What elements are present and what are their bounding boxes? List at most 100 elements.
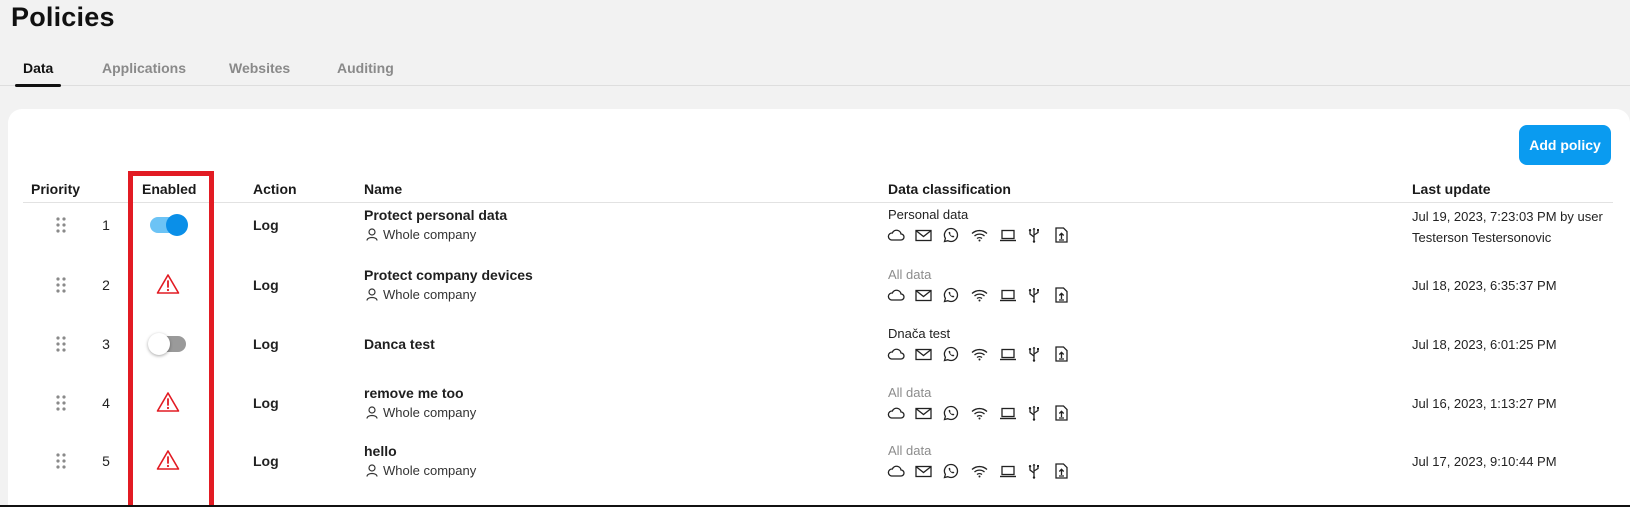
whatsapp-icon xyxy=(943,345,971,363)
tab-data[interactable]: Data xyxy=(14,60,62,87)
action-value: Log xyxy=(253,217,279,233)
cloud-icon xyxy=(887,286,915,304)
policy-name[interactable]: remove me too xyxy=(364,385,464,401)
policy-scope: Whole company xyxy=(366,227,476,242)
user-icon xyxy=(366,228,378,241)
policy-name[interactable]: Protect company devices xyxy=(364,267,533,283)
last-update-value: Jul 19, 2023, 7:23:03 PM by user Testers… xyxy=(1412,206,1603,248)
channel-icons xyxy=(887,226,1083,244)
last-update-value: Jul 18, 2023, 6:35:37 PM xyxy=(1412,275,1557,296)
enabled-toggle[interactable] xyxy=(150,214,188,236)
wifi-icon xyxy=(971,462,999,480)
channel-icons xyxy=(887,345,1083,363)
channel-icons xyxy=(887,286,1083,304)
wifi-icon xyxy=(971,226,999,244)
laptop-icon xyxy=(999,226,1027,244)
priority-value: 1 xyxy=(102,217,110,233)
column-header-last-update[interactable]: Last update xyxy=(1412,181,1491,197)
policy-name[interactable]: Danca test xyxy=(364,336,435,352)
warning-icon[interactable] xyxy=(156,391,180,413)
tab-auditing[interactable]: Auditing xyxy=(337,60,394,76)
priority-value: 2 xyxy=(102,277,110,293)
usb-icon xyxy=(1027,345,1055,363)
file-upload-icon xyxy=(1055,404,1083,422)
classification-label: All data xyxy=(888,443,932,458)
policy-name[interactable]: hello xyxy=(364,443,397,459)
policy-scope: Whole company xyxy=(366,405,476,420)
last-update-value: Jul 18, 2023, 6:01:25 PM xyxy=(1412,334,1557,355)
warning-icon[interactable] xyxy=(156,449,180,471)
wifi-icon xyxy=(971,286,999,304)
policy-scope-label: Whole company xyxy=(383,227,477,242)
column-header-priority[interactable]: Priority xyxy=(31,181,80,197)
header-divider xyxy=(23,202,1613,203)
column-header-data-classification[interactable]: Data classification xyxy=(888,181,1011,197)
column-header-name[interactable]: Name xyxy=(364,181,402,197)
user-icon xyxy=(366,464,378,477)
wifi-icon xyxy=(971,345,999,363)
last-update-line: Jul 17, 2023, 9:10:44 PM xyxy=(1412,454,1557,469)
classification-label: All data xyxy=(888,385,932,400)
policies-card xyxy=(8,109,1630,507)
table-row[interactable]: 5 Log hello Whole company All data Jul 1… xyxy=(0,0,1630,479)
user-icon xyxy=(366,406,378,419)
tab-bar: Data Applications Websites Auditing xyxy=(0,56,1630,87)
whatsapp-icon xyxy=(943,404,971,422)
cloud-icon xyxy=(887,404,915,422)
mail-icon xyxy=(915,345,943,363)
column-header-enabled[interactable]: Enabled xyxy=(142,181,196,197)
laptop-icon xyxy=(999,404,1027,422)
wifi-icon xyxy=(971,404,999,422)
last-update-line: Jul 16, 2023, 1:13:27 PM xyxy=(1412,396,1557,411)
add-policy-button[interactable]: Add policy xyxy=(1519,125,1611,165)
laptop-icon xyxy=(999,462,1027,480)
last-update-value: Jul 17, 2023, 9:10:44 PM xyxy=(1412,451,1557,472)
file-upload-icon xyxy=(1055,286,1083,304)
drag-handle-icon[interactable] xyxy=(55,335,67,353)
whatsapp-icon xyxy=(943,462,971,480)
action-value: Log xyxy=(253,336,279,352)
mail-icon xyxy=(915,404,943,422)
policy-scope-label: Whole company xyxy=(383,287,477,302)
drag-handle-icon[interactable] xyxy=(55,394,67,412)
column-header-action[interactable]: Action xyxy=(253,181,297,197)
warning-icon[interactable] xyxy=(156,273,180,295)
last-update-line: Jul 18, 2023, 6:01:25 PM xyxy=(1412,337,1557,352)
policy-scope-label: Whole company xyxy=(383,463,477,478)
tab-websites[interactable]: Websites xyxy=(229,60,290,76)
cloud-icon xyxy=(887,226,915,244)
last-update-line: Jul 19, 2023, 7:23:03 PM by user xyxy=(1412,209,1603,224)
enabled-toggle[interactable] xyxy=(148,333,186,355)
usb-icon xyxy=(1027,404,1055,422)
priority-value: 5 xyxy=(102,453,110,469)
mail-icon xyxy=(915,226,943,244)
action-value: Log xyxy=(253,277,279,293)
file-upload-icon xyxy=(1055,226,1083,244)
usb-icon xyxy=(1027,462,1055,480)
drag-handle-icon[interactable] xyxy=(55,276,67,294)
mail-icon xyxy=(915,462,943,480)
file-upload-icon xyxy=(1055,345,1083,363)
last-update-line: Jul 18, 2023, 6:35:37 PM xyxy=(1412,278,1557,293)
channel-icons xyxy=(887,404,1083,422)
file-upload-icon xyxy=(1055,462,1083,480)
drag-handle-icon[interactable] xyxy=(55,452,67,470)
action-value: Log xyxy=(253,395,279,411)
cloud-icon xyxy=(887,345,915,363)
drag-handle-icon[interactable] xyxy=(55,216,67,234)
cloud-icon xyxy=(887,462,915,480)
user-icon xyxy=(366,288,378,301)
last-update-value: Jul 16, 2023, 1:13:27 PM xyxy=(1412,393,1557,414)
policy-scope: Whole company xyxy=(366,463,476,478)
policy-scope-label: Whole company xyxy=(383,405,477,420)
classification-label: All data xyxy=(888,267,932,282)
tab-applications[interactable]: Applications xyxy=(102,60,186,76)
whatsapp-icon xyxy=(943,226,971,244)
classification-label: Dnača test xyxy=(888,326,951,341)
policy-name[interactable]: Protect personal data xyxy=(364,207,507,223)
laptop-icon xyxy=(999,345,1027,363)
last-update-line: Testerson Testersonovic xyxy=(1412,230,1552,245)
mail-icon xyxy=(915,286,943,304)
policy-scope: Whole company xyxy=(366,287,476,302)
classification-label: Personal data xyxy=(888,207,969,222)
